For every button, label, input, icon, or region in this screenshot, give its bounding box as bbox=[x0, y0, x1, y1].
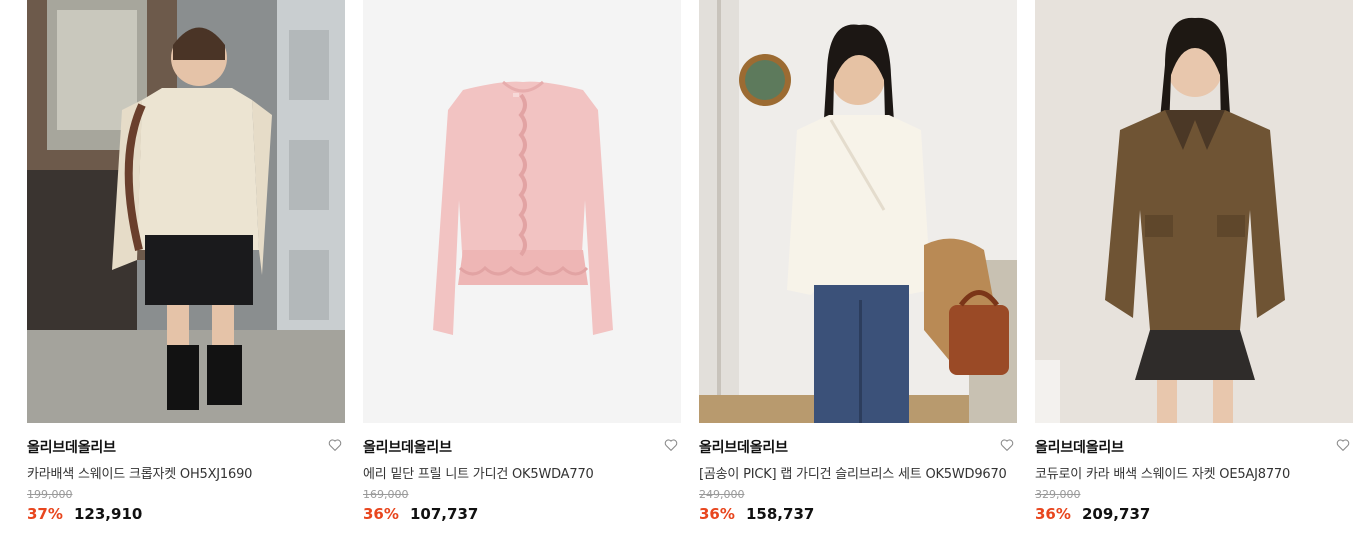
product-card[interactable]: 올리브데올리브 코듀로이 카라 배색 스웨이드 자켓 OE5AJ8770 329… bbox=[1035, 0, 1353, 535]
price-row: 36% 158,737 bbox=[699, 504, 814, 523]
product-photo-brown-suede-jacket bbox=[1035, 0, 1353, 423]
product-name[interactable]: 카라배색 스웨이드 크롭자켓 OH5XJ1690 bbox=[27, 463, 252, 482]
product-photo-cream-crop-jacket bbox=[27, 0, 345, 423]
heart-outline-icon[interactable] bbox=[663, 437, 679, 453]
product-image[interactable] bbox=[27, 0, 345, 423]
discount-rate: 37% bbox=[27, 505, 63, 523]
original-price: 169,000 bbox=[363, 488, 409, 501]
heart-outline-icon[interactable] bbox=[327, 437, 343, 453]
brand-name[interactable]: 올리브데올리브 bbox=[699, 437, 788, 457]
sale-price: 209,737 bbox=[1082, 505, 1151, 523]
product-card[interactable]: 올리브데올리브 카라배색 스웨이드 크롭자켓 OH5XJ1690 199,000… bbox=[27, 0, 345, 535]
product-photo-pink-frill-cardigan bbox=[363, 0, 681, 423]
product-image[interactable] bbox=[1035, 0, 1353, 423]
product-image[interactable] bbox=[699, 0, 1017, 423]
product-card[interactable]: 올리브데올리브 [곰송이 PICK] 랩 가디건 슬리브리스 세트 OK5WD9… bbox=[699, 0, 1017, 535]
product-photo-ivory-wrap-cardigan bbox=[699, 0, 1017, 423]
discount-rate: 36% bbox=[363, 505, 399, 523]
original-price: 199,000 bbox=[27, 488, 73, 501]
product-card[interactable]: 올리브데올리브 에리 밑단 프릴 니트 가디건 OK5WDA770 169,00… bbox=[363, 0, 681, 535]
brand-name[interactable]: 올리브데올리브 bbox=[27, 437, 116, 457]
original-price: 329,000 bbox=[1035, 488, 1081, 501]
sale-price: 123,910 bbox=[74, 505, 143, 523]
price-row: 36% 209,737 bbox=[1035, 504, 1150, 523]
discount-rate: 36% bbox=[1035, 505, 1071, 523]
sale-price: 107,737 bbox=[410, 505, 479, 523]
product-name[interactable]: 코듀로이 카라 배색 스웨이드 자켓 OE5AJ8770 bbox=[1035, 463, 1290, 482]
product-name[interactable]: 에리 밑단 프릴 니트 가디건 OK5WDA770 bbox=[363, 463, 594, 482]
product-name[interactable]: [곰송이 PICK] 랩 가디건 슬리브리스 세트 OK5WD9670 bbox=[699, 463, 1007, 482]
heart-outline-icon[interactable] bbox=[1335, 437, 1351, 453]
discount-rate: 36% bbox=[699, 505, 735, 523]
sale-price: 158,737 bbox=[746, 505, 815, 523]
product-grid: 올리브데올리브 카라배색 스웨이드 크롭자켓 OH5XJ1690 199,000… bbox=[0, 0, 1356, 535]
heart-outline-icon[interactable] bbox=[999, 437, 1015, 453]
price-row: 37% 123,910 bbox=[27, 504, 142, 523]
product-image[interactable] bbox=[363, 0, 681, 423]
original-price: 249,000 bbox=[699, 488, 745, 501]
price-row: 36% 107,737 bbox=[363, 504, 478, 523]
brand-name[interactable]: 올리브데올리브 bbox=[363, 437, 452, 457]
brand-name[interactable]: 올리브데올리브 bbox=[1035, 437, 1124, 457]
